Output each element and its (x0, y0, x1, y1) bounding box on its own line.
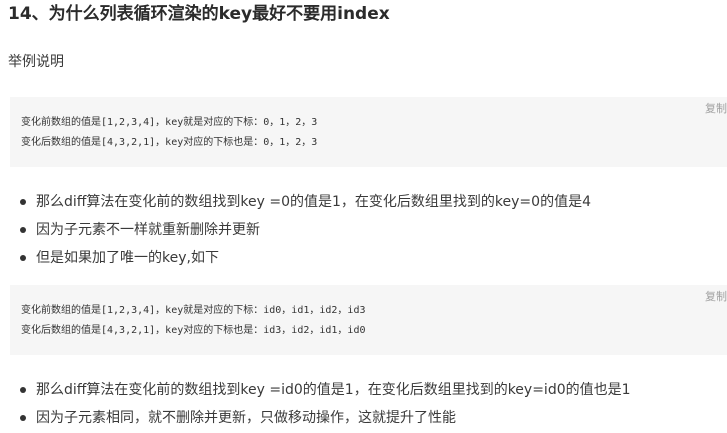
list-item-text: 那么diff算法在变化前的数组找到key =0的值是1，在变化后数组里找到的ke… (36, 194, 591, 210)
bullet-list-index-key: 那么diff算法在变化前的数组找到key =0的值是1，在变化后数组里找到的ke… (0, 188, 591, 272)
bullet-dot-icon (20, 227, 26, 233)
bullet-dot-icon (20, 255, 26, 261)
list-item: 因为子元素不一样就重新删除并更新 (0, 216, 591, 244)
code-line: 变化后数组的值是[4,3,2,1]，key对应的下标也是：id3，id2，id1… (21, 325, 366, 336)
code-line: 变化前数组的值是[1,2,3,4]，key就是对应的下标：0，1，2，3 (21, 117, 318, 128)
list-item-text: 那么diff算法在变化前的数组找到key =id0的值是1，在变化后数组里找到的… (36, 382, 631, 398)
list-item-text: 因为子元素不一样就重新删除并更新 (36, 222, 260, 238)
intro-paragraph: 举例说明 (8, 54, 64, 70)
list-item: 那么diff算法在变化前的数组找到key =0的值是1，在变化后数组里找到的ke… (0, 188, 591, 216)
section-heading: 14、为什么列表循环渲染的key最好不要用index (8, 4, 390, 24)
list-item-text: 因为子元素相同，就不删除并更新，只做移动操作，这就提升了性能 (36, 410, 456, 426)
bullet-dot-icon (20, 387, 26, 393)
list-item: 但是如果加了唯一的key,如下 (0, 244, 591, 272)
copy-button[interactable]: 复制 (705, 102, 727, 116)
copy-button[interactable]: 复制 (705, 290, 727, 304)
code-block-before: 复制 变化前数组的值是[1,2,3,4]，key就是对应的下标：0，1，2，3 … (10, 97, 727, 167)
bullet-dot-icon (20, 415, 26, 421)
code-line: 变化前数组的值是[1,2,3,4]，key就是对应的下标：id0，id1，id2… (21, 305, 366, 316)
article-content: 14、为什么列表循环渲染的key最好不要用index 举例说明 复制 变化前数组… (0, 0, 727, 433)
list-item-text: 但是如果加了唯一的key,如下 (36, 250, 219, 266)
list-item: 那么diff算法在变化前的数组找到key =id0的值是1，在变化后数组里找到的… (0, 376, 631, 404)
code-line: 变化后数组的值是[4,3,2,1]，key对应的下标也是：0，1，2，3 (21, 137, 318, 148)
bullet-list-unique-key: 那么diff算法在变化前的数组找到key =id0的值是1，在变化后数组里找到的… (0, 376, 631, 432)
code-block-unique-key: 复制 变化前数组的值是[1,2,3,4]，key就是对应的下标：id0，id1，… (10, 285, 727, 355)
list-item: 因为子元素相同，就不删除并更新，只做移动操作，这就提升了性能 (0, 404, 631, 432)
bullet-dot-icon (20, 199, 26, 205)
